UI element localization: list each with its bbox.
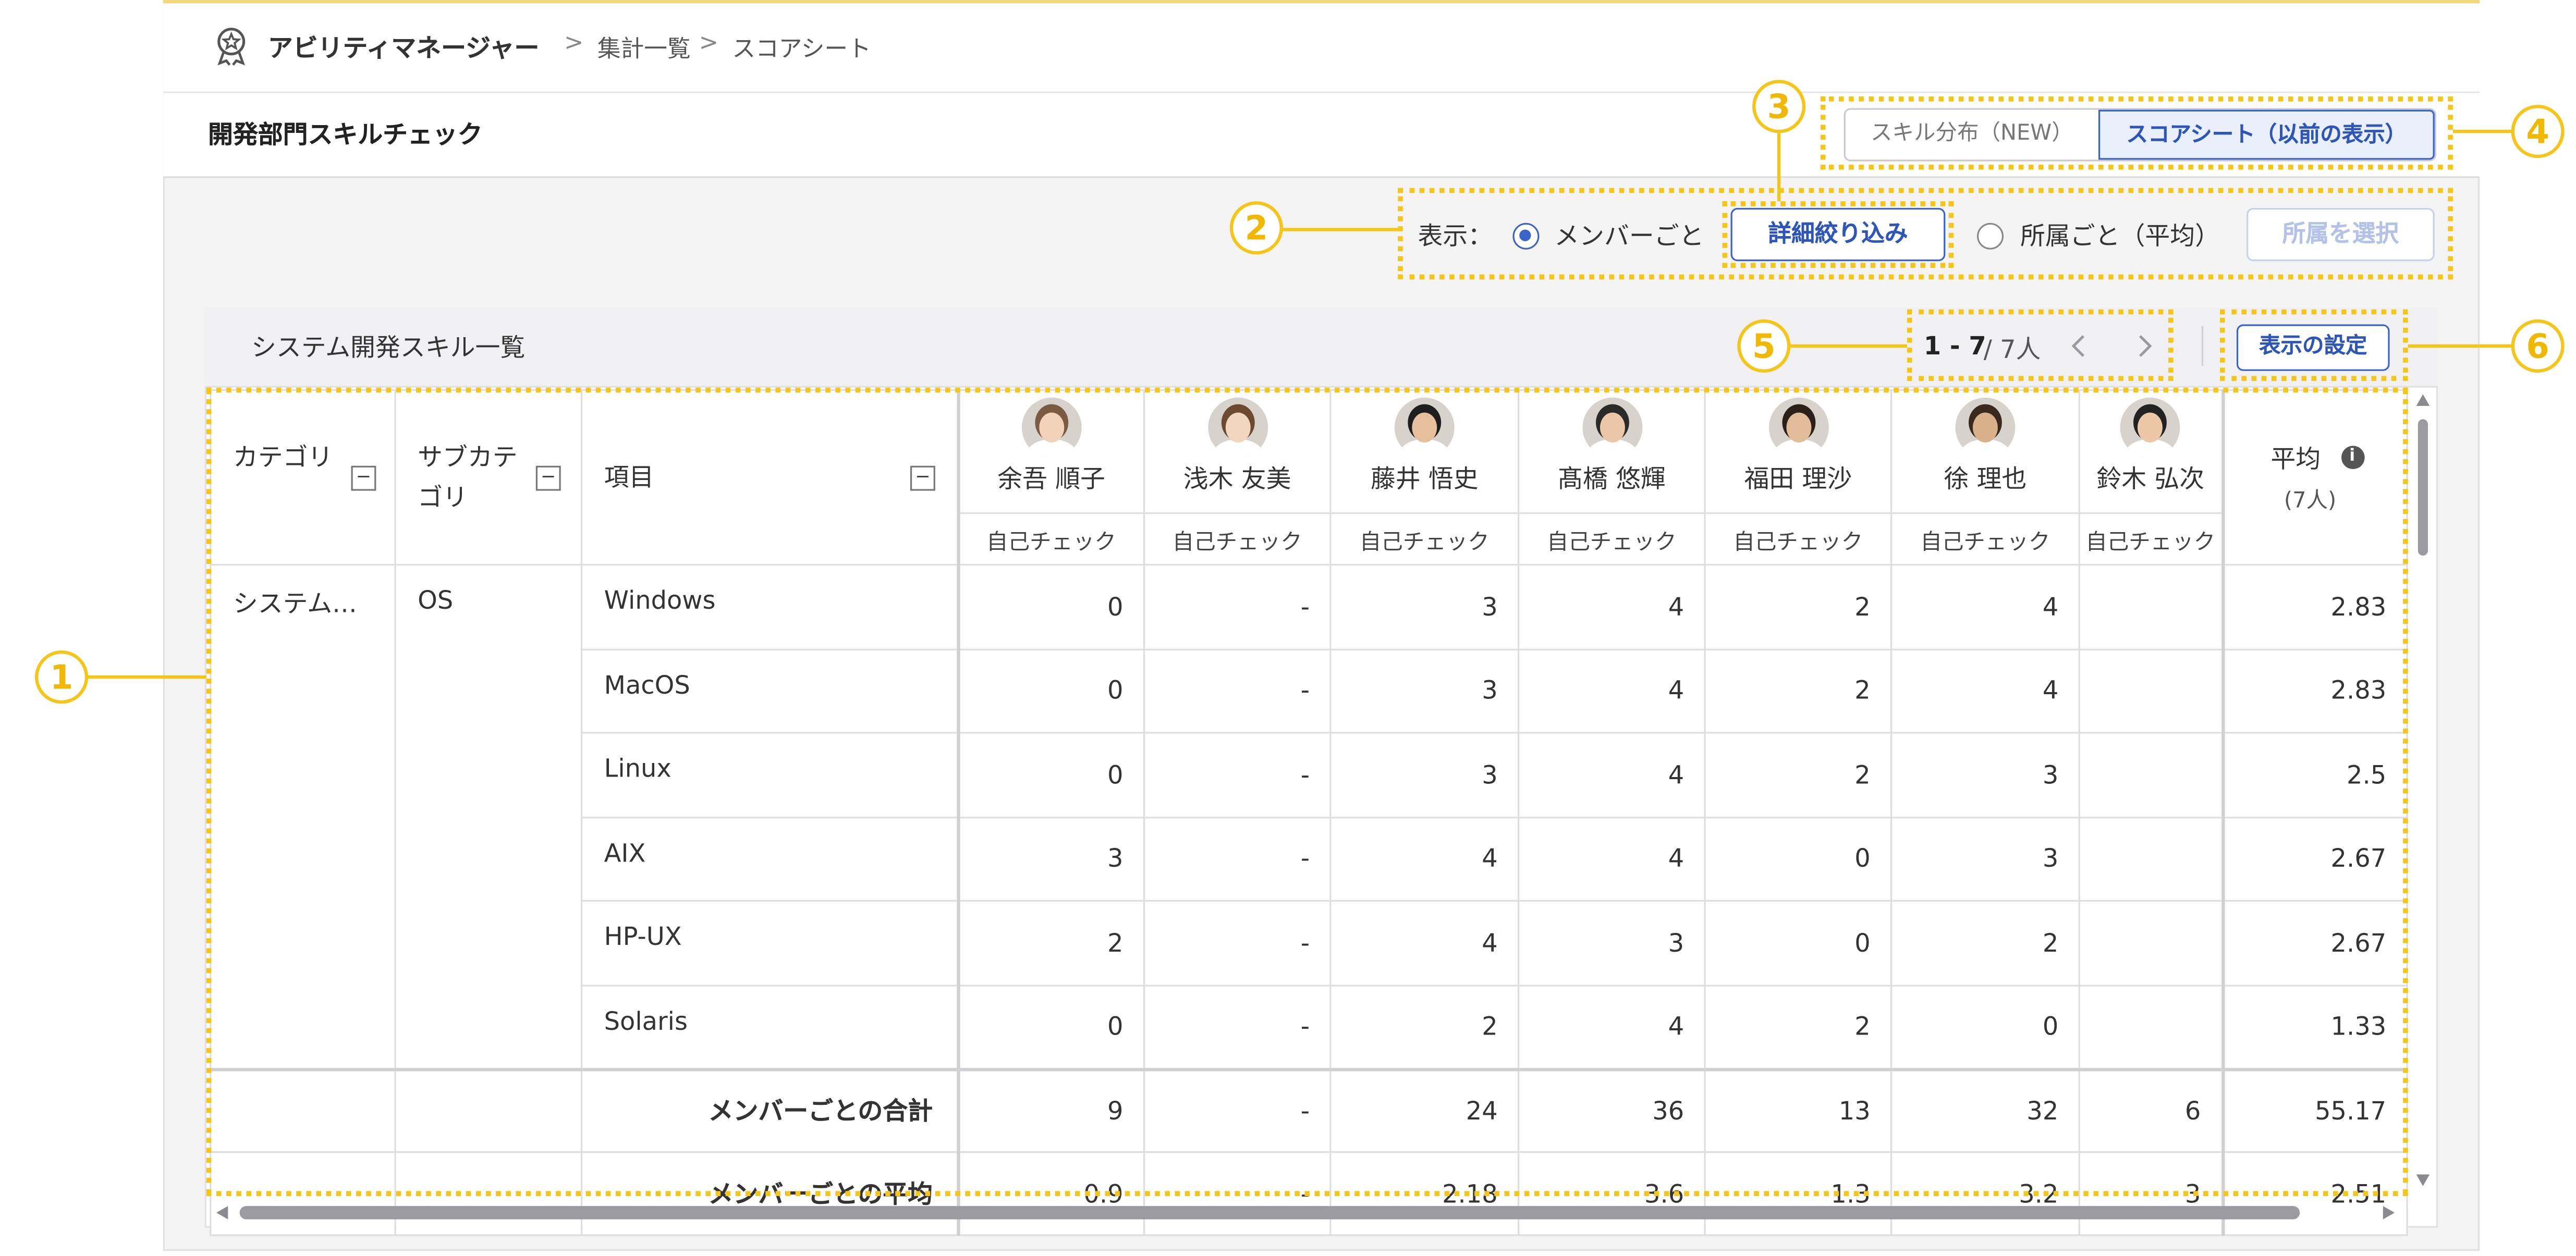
- annotation-leader-6: [2408, 344, 2511, 348]
- card-title: システム開発スキル一覧: [251, 333, 526, 363]
- annotation-box-5: [1907, 309, 2174, 381]
- annotation-leader-1: [86, 675, 206, 679]
- annotation-marker-5: 5: [1737, 319, 1791, 373]
- annotation-box-6: [2219, 309, 2408, 381]
- breadcrumb-app[interactable]: アビリティマネージャー: [268, 30, 539, 65]
- breadcrumb-separator: >: [564, 30, 584, 57]
- breadcrumb-scoresheet: スコアシート: [732, 36, 871, 64]
- vertical-scrollbar[interactable]: [2411, 392, 2435, 1191]
- annotation-box-1: [206, 387, 2408, 1196]
- annotation-leader-4: [2452, 129, 2513, 133]
- horizontal-scrollbar[interactable]: [210, 1199, 2406, 1223]
- annotation-leader-5: [1790, 344, 1907, 348]
- annotation-marker-3: 3: [1752, 80, 1806, 133]
- page-title: 開発部門スキルチェック: [207, 119, 483, 150]
- annotation-marker-2: 2: [1229, 201, 1283, 255]
- award-icon: [213, 27, 250, 67]
- header-divider: [2201, 326, 2204, 366]
- annotation-marker-6: 6: [2511, 319, 2565, 373]
- annotation-leader-2: [1281, 228, 1398, 231]
- screen: アビリティマネージャー > 集計一覧 > スコアシート 開発部門スキルチェック …: [0, 0, 2576, 1256]
- annotation-leader-3: [1777, 133, 1781, 202]
- breadcrumb-summary-list[interactable]: 集計一覧: [597, 32, 691, 65]
- annotation-box-3: [1722, 201, 1954, 268]
- annotation-marker-4: 4: [2511, 105, 2565, 158]
- breadcrumb-separator: >: [699, 30, 719, 57]
- annotation-marker-1: 1: [35, 650, 89, 704]
- annotation-box-4: [1820, 96, 2453, 170]
